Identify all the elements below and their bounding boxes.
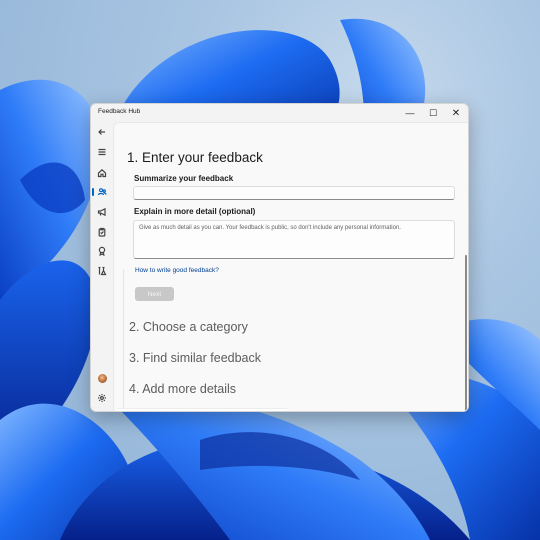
- vertical-scrollbar[interactable]: [465, 255, 467, 411]
- summary-input[interactable]: [133, 186, 455, 200]
- step2-title[interactable]: 2. Choose a category: [129, 320, 248, 334]
- home-icon: [97, 168, 107, 178]
- feedback-hub-window: Feedback Hub — ☐ ✕ 1. Enter your feedbac…: [90, 103, 469, 412]
- step3-title[interactable]: 3. Find similar feedback: [129, 351, 261, 365]
- window-title: Feedback Hub: [98, 108, 141, 115]
- nav-settings[interactable]: [94, 390, 110, 406]
- maximize-button[interactable]: ☐: [421, 104, 445, 122]
- gear-icon: [98, 394, 106, 402]
- beaker-lab-icon: [98, 266, 107, 276]
- trophy-icon: [98, 246, 106, 256]
- user-avatar-icon: [97, 373, 107, 383]
- minimize-button[interactable]: —: [398, 104, 422, 122]
- nav-announcements[interactable]: [94, 204, 110, 220]
- clipboard-icon: [98, 227, 106, 237]
- nav-lab[interactable]: [94, 263, 110, 279]
- megaphone-icon: [97, 207, 106, 217]
- detail-placeholder: Give as much detail as you can. Your fee…: [139, 225, 401, 231]
- step1-title: 1. Enter your feedback: [127, 150, 263, 165]
- step-divider: [123, 269, 124, 411]
- bottom-card-edge: [117, 408, 287, 411]
- nav-home[interactable]: [94, 165, 110, 181]
- back-button[interactable]: [94, 124, 110, 140]
- next-button[interactable]: Next: [135, 287, 174, 301]
- nav-achievements[interactable]: [94, 243, 110, 259]
- detail-label: Explain in more detail (optional): [134, 207, 256, 216]
- nav-profile[interactable]: [94, 370, 110, 386]
- hamburger-menu-button[interactable]: [94, 144, 110, 160]
- how-to-write-feedback-link[interactable]: How to write good feedback?: [135, 267, 219, 274]
- feedback-form-panel: 1. Enter your feedback Summarize your fe…: [113, 122, 468, 411]
- desktop: Feedback Hub — ☐ ✕ 1. Enter your feedbac…: [0, 0, 540, 540]
- feedback-people-icon: [97, 188, 107, 196]
- hamburger-menu-icon: [98, 148, 106, 156]
- navigation-rail: [91, 122, 113, 411]
- detail-textarea[interactable]: Give as much detail as you can. Your fee…: [133, 220, 455, 259]
- back-arrow-icon: [98, 129, 105, 135]
- nav-quests[interactable]: [94, 224, 110, 240]
- title-bar[interactable]: Feedback Hub — ☐ ✕: [91, 104, 468, 122]
- summary-label: Summarize your feedback: [134, 174, 234, 183]
- close-button[interactable]: ✕: [444, 104, 468, 122]
- step4-title[interactable]: 4. Add more details: [129, 382, 236, 396]
- nav-feedback[interactable]: [94, 184, 110, 200]
